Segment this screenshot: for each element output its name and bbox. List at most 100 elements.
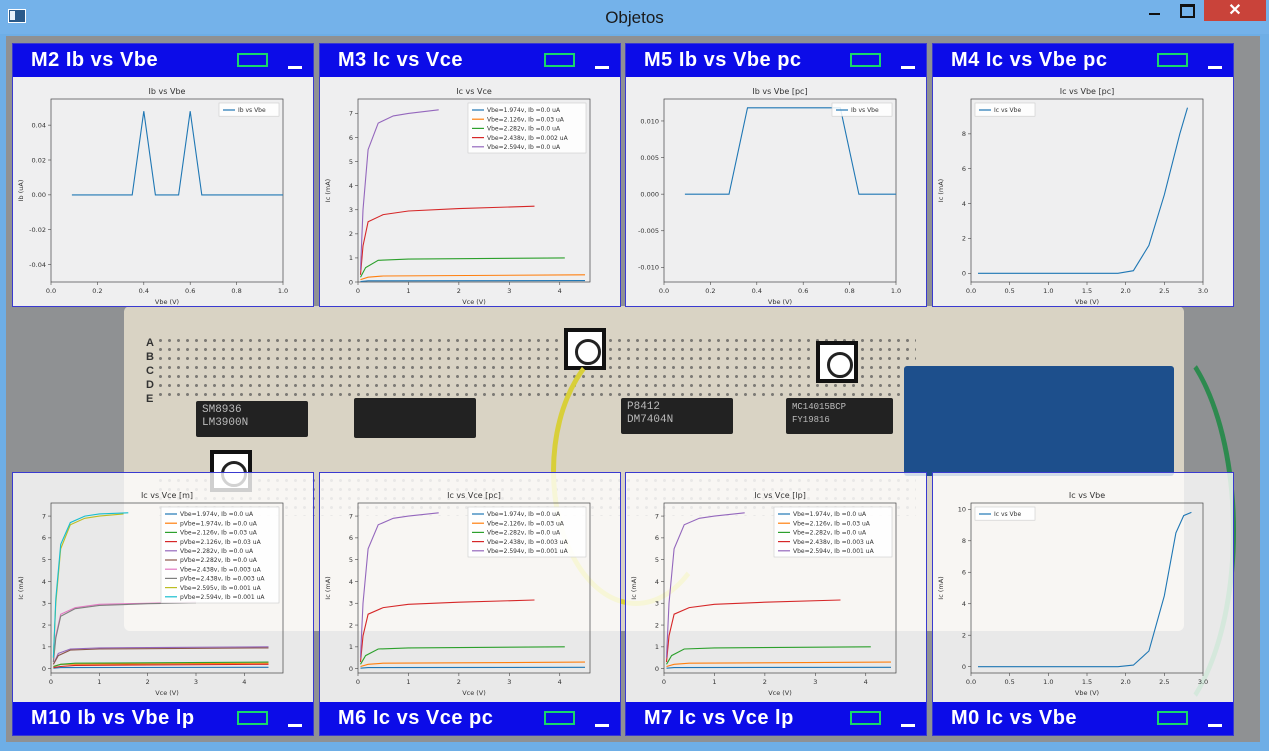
- legend-label: Vbe=2.126v, Ib =0.03 uA: [180, 530, 258, 537]
- legend-label: Vbe=2.126v, Ib =0.03 uA: [487, 520, 565, 527]
- x-tick-label: 0.5: [1004, 678, 1014, 686]
- panel-title: M10 Ib vs Vbe lp: [31, 707, 195, 729]
- panel-header[interactable]: M0 Ic vs Vbe: [933, 702, 1233, 735]
- legend-label: Vbe=2.282v, Ib =0.0 uA: [487, 530, 561, 537]
- legend-label: pVbe=2.594v, Ib =0.001 uA: [180, 594, 265, 601]
- x-tick-label: 2: [457, 287, 461, 295]
- series-line: [360, 661, 586, 668]
- series-line: [71, 111, 283, 196]
- series-line: [52, 513, 124, 658]
- panel-status-indicator[interactable]: [237, 53, 268, 67]
- ic-chip-mc14015: MC14015BCP FY19816: [786, 398, 893, 434]
- y-tick-label: 5: [42, 556, 46, 564]
- panel-plot: Ic vs Vce 0 1 2 3 4 0 1 2 3 4 5 6 7 Vce (V) Ic (mA) Vbe=…: [320, 77, 620, 306]
- panel-status-indicator[interactable]: [544, 711, 575, 725]
- panel-minimize-icon[interactable]: [901, 66, 915, 69]
- legend-label: Vbe=1.974v, Ib =0.0 uA: [487, 107, 561, 114]
- x-tick-label: 0.4: [139, 287, 149, 295]
- series-line: [360, 280, 586, 283]
- panel-status-indicator[interactable]: [237, 711, 268, 725]
- x-axis-label: Vbe (V): [155, 298, 179, 306]
- panel-m7[interactable]: Ic vs Vce [lp] 0 1 2 3 4 7 6 5 4 3 2 1 0 Vce (V) Ic (mA…: [625, 472, 927, 736]
- panel-header[interactable]: M6 Ic vs Vce pc: [320, 702, 620, 735]
- panel-minimize-icon[interactable]: [1208, 724, 1222, 727]
- panel-title: M7 Ic vs Vce lp: [644, 707, 794, 729]
- chart-title: Ic vs Vce: [456, 87, 492, 96]
- y-tick-label: -0.04: [29, 261, 46, 269]
- panel-minimize-icon[interactable]: [595, 724, 609, 727]
- panel-title: M4 Ic vs Vbe pc: [951, 49, 1108, 71]
- chart-ic-vs-vbe-pc: Ic vs Vbe [pc] 0.0 0.5 1.0 1.5 2.0 2.5 3.0 8 6 4 2 0…: [937, 87, 1208, 306]
- y-tick-label: 5: [349, 556, 353, 564]
- chart-ic-vs-vce-lp: Ic vs Vce [lp] 0 1 2 3 4 7 6 5 4 3 2 1 0 Vce (V) Ic (mA…: [630, 491, 897, 697]
- x-axis-label: Vbe (V): [768, 298, 792, 306]
- panel-plot: Ic vs Vce [pc] 0 1 2 3 4 7 6 5 4 3 2 1 0 Vce (V) Ic (mA…: [320, 473, 620, 702]
- y-tick-label: 8: [962, 130, 966, 138]
- legend-label: Vbe=2.438v, Ib =0.003 uA: [487, 539, 569, 546]
- legend-label: Vbe=2.438v, Ib =0.002 uA: [487, 135, 569, 142]
- panel-minimize-icon[interactable]: [901, 724, 915, 727]
- y-tick-label: 4: [349, 578, 353, 586]
- y-tick-label: 0.00: [32, 191, 46, 199]
- y-tick-label: -0.010: [638, 264, 659, 272]
- panel-m0[interactable]: Ic vs Vbe 0.0 0.5 1.0 1.5 2.0 2.5 3.0 10 8 6 4 2 0 Vbe…: [932, 472, 1234, 736]
- legend-label: Vbe=1.974v, Ib =0.0 uA: [793, 511, 867, 518]
- breadboard-holes: [156, 336, 916, 396]
- x-tick-label: 2.5: [1159, 678, 1169, 686]
- minimize-button[interactable]: [1140, 0, 1168, 21]
- panel-m10[interactable]: Ic vs Vce [m] 0 1 2 3 4 7 6 5 4 3 2 1 0 Vce (V) Ic (mA)…: [12, 472, 314, 736]
- panel-header[interactable]: M10 Ib vs Vbe lp: [13, 702, 313, 735]
- panel-minimize-icon[interactable]: [595, 66, 609, 69]
- series-line: [53, 666, 269, 669]
- y-tick-label: 6: [349, 134, 353, 142]
- y-tick-label: 4: [962, 200, 966, 208]
- series-line: [360, 274, 586, 281]
- panel-status-indicator[interactable]: [850, 711, 881, 725]
- panel-minimize-icon[interactable]: [288, 66, 302, 69]
- legend-label: Vbe=2.126v, Ib =0.03 uA: [487, 116, 565, 123]
- title-bar[interactable]: Objetos ✕: [0, 0, 1269, 34]
- panel-m2[interactable]: M2 Ib vs Vbe Ib vs Vbe 0.0 0.2 0.4 0.6 0.8 1.0…: [12, 43, 314, 307]
- panel-title: M0 Ic vs Vbe: [951, 707, 1078, 729]
- panel-status-indicator[interactable]: [1157, 53, 1188, 67]
- y-axis-label: Ic (mA): [324, 576, 332, 599]
- legend-label: pVbe=1.974v, Ib =0.0 uA: [180, 520, 258, 527]
- panel-status-indicator[interactable]: [1157, 711, 1188, 725]
- panel-m5[interactable]: M5 Ib vs Vbe pc Ib vs Vbe [pc] 0.0 0.2 0.4 0…: [625, 43, 927, 307]
- x-tick-label: 2: [146, 678, 150, 686]
- x-tick-label: 0.8: [231, 287, 241, 295]
- panel-header[interactable]: M4 Ic vs Vbe pc: [933, 44, 1233, 77]
- x-tick-label: 0.0: [659, 287, 669, 295]
- panel-m6[interactable]: Ic vs Vce [pc] 0 1 2 3 4 7 6 5 4 3 2 1 0 Vce (V) Ic (mA…: [319, 472, 621, 736]
- x-tick-label: 0.0: [966, 287, 976, 295]
- aruco-marker-icon: [816, 341, 858, 383]
- series-line: [665, 512, 745, 658]
- y-axis-label: Ic (mA): [630, 576, 638, 599]
- x-tick-label: 1: [97, 678, 101, 686]
- maximize-button[interactable]: [1172, 0, 1200, 21]
- panel-header[interactable]: M5 Ib vs Vbe pc: [626, 44, 926, 77]
- panel-m4[interactable]: M4 Ic vs Vbe pc Ic vs Vbe [pc] 0.0 0.5 1.0 1…: [932, 43, 1234, 307]
- close-button[interactable]: ✕: [1204, 0, 1266, 21]
- panel-minimize-icon[interactable]: [288, 724, 302, 727]
- chart-ic-vs-vce: Ic vs Vce 0 1 2 3 4 0 1 2 3 4 5 6 7 Vce (V) Ic (mA) Vbe=…: [324, 87, 591, 306]
- y-tick-label: -0.005: [638, 227, 659, 235]
- panel-status-indicator[interactable]: [850, 53, 881, 67]
- chart-title: Ic vs Vce [lp]: [754, 491, 806, 500]
- panel-header[interactable]: M7 Ic vs Vce lp: [626, 702, 926, 735]
- panel-minimize-icon[interactable]: [1208, 66, 1222, 69]
- plot-area: [663, 98, 897, 283]
- x-tick-label: 1: [406, 287, 410, 295]
- x-tick-label: 0: [356, 678, 360, 686]
- panel-status-indicator[interactable]: [544, 53, 575, 67]
- y-tick-label: 5: [349, 158, 353, 166]
- y-tick-label: 2: [962, 235, 966, 243]
- panel-title: M5 Ib vs Vbe pc: [644, 49, 802, 71]
- panel-m3[interactable]: M3 Ic vs Vce Ic vs Vce 0 1 2 3 4 0 1 2 3 4 5 6 7 Vce (…: [319, 43, 621, 307]
- panel-header[interactable]: M2 Ib vs Vbe: [13, 44, 313, 77]
- chart-ic-vs-vce-m: Ic vs Vce [m] 0 1 2 3 4 7 6 5 4 3 2 1 0 Vce (V) Ic (mA)…: [17, 491, 284, 697]
- x-tick-label: 2.0: [1120, 287, 1130, 295]
- series-line: [684, 107, 896, 195]
- panel-header[interactable]: M3 Ic vs Vce: [320, 44, 620, 77]
- panel-plot: Ib vs Vbe [pc] 0.0 0.2 0.4 0.6 0.8 1.0 0.010 0.0…: [626, 77, 926, 306]
